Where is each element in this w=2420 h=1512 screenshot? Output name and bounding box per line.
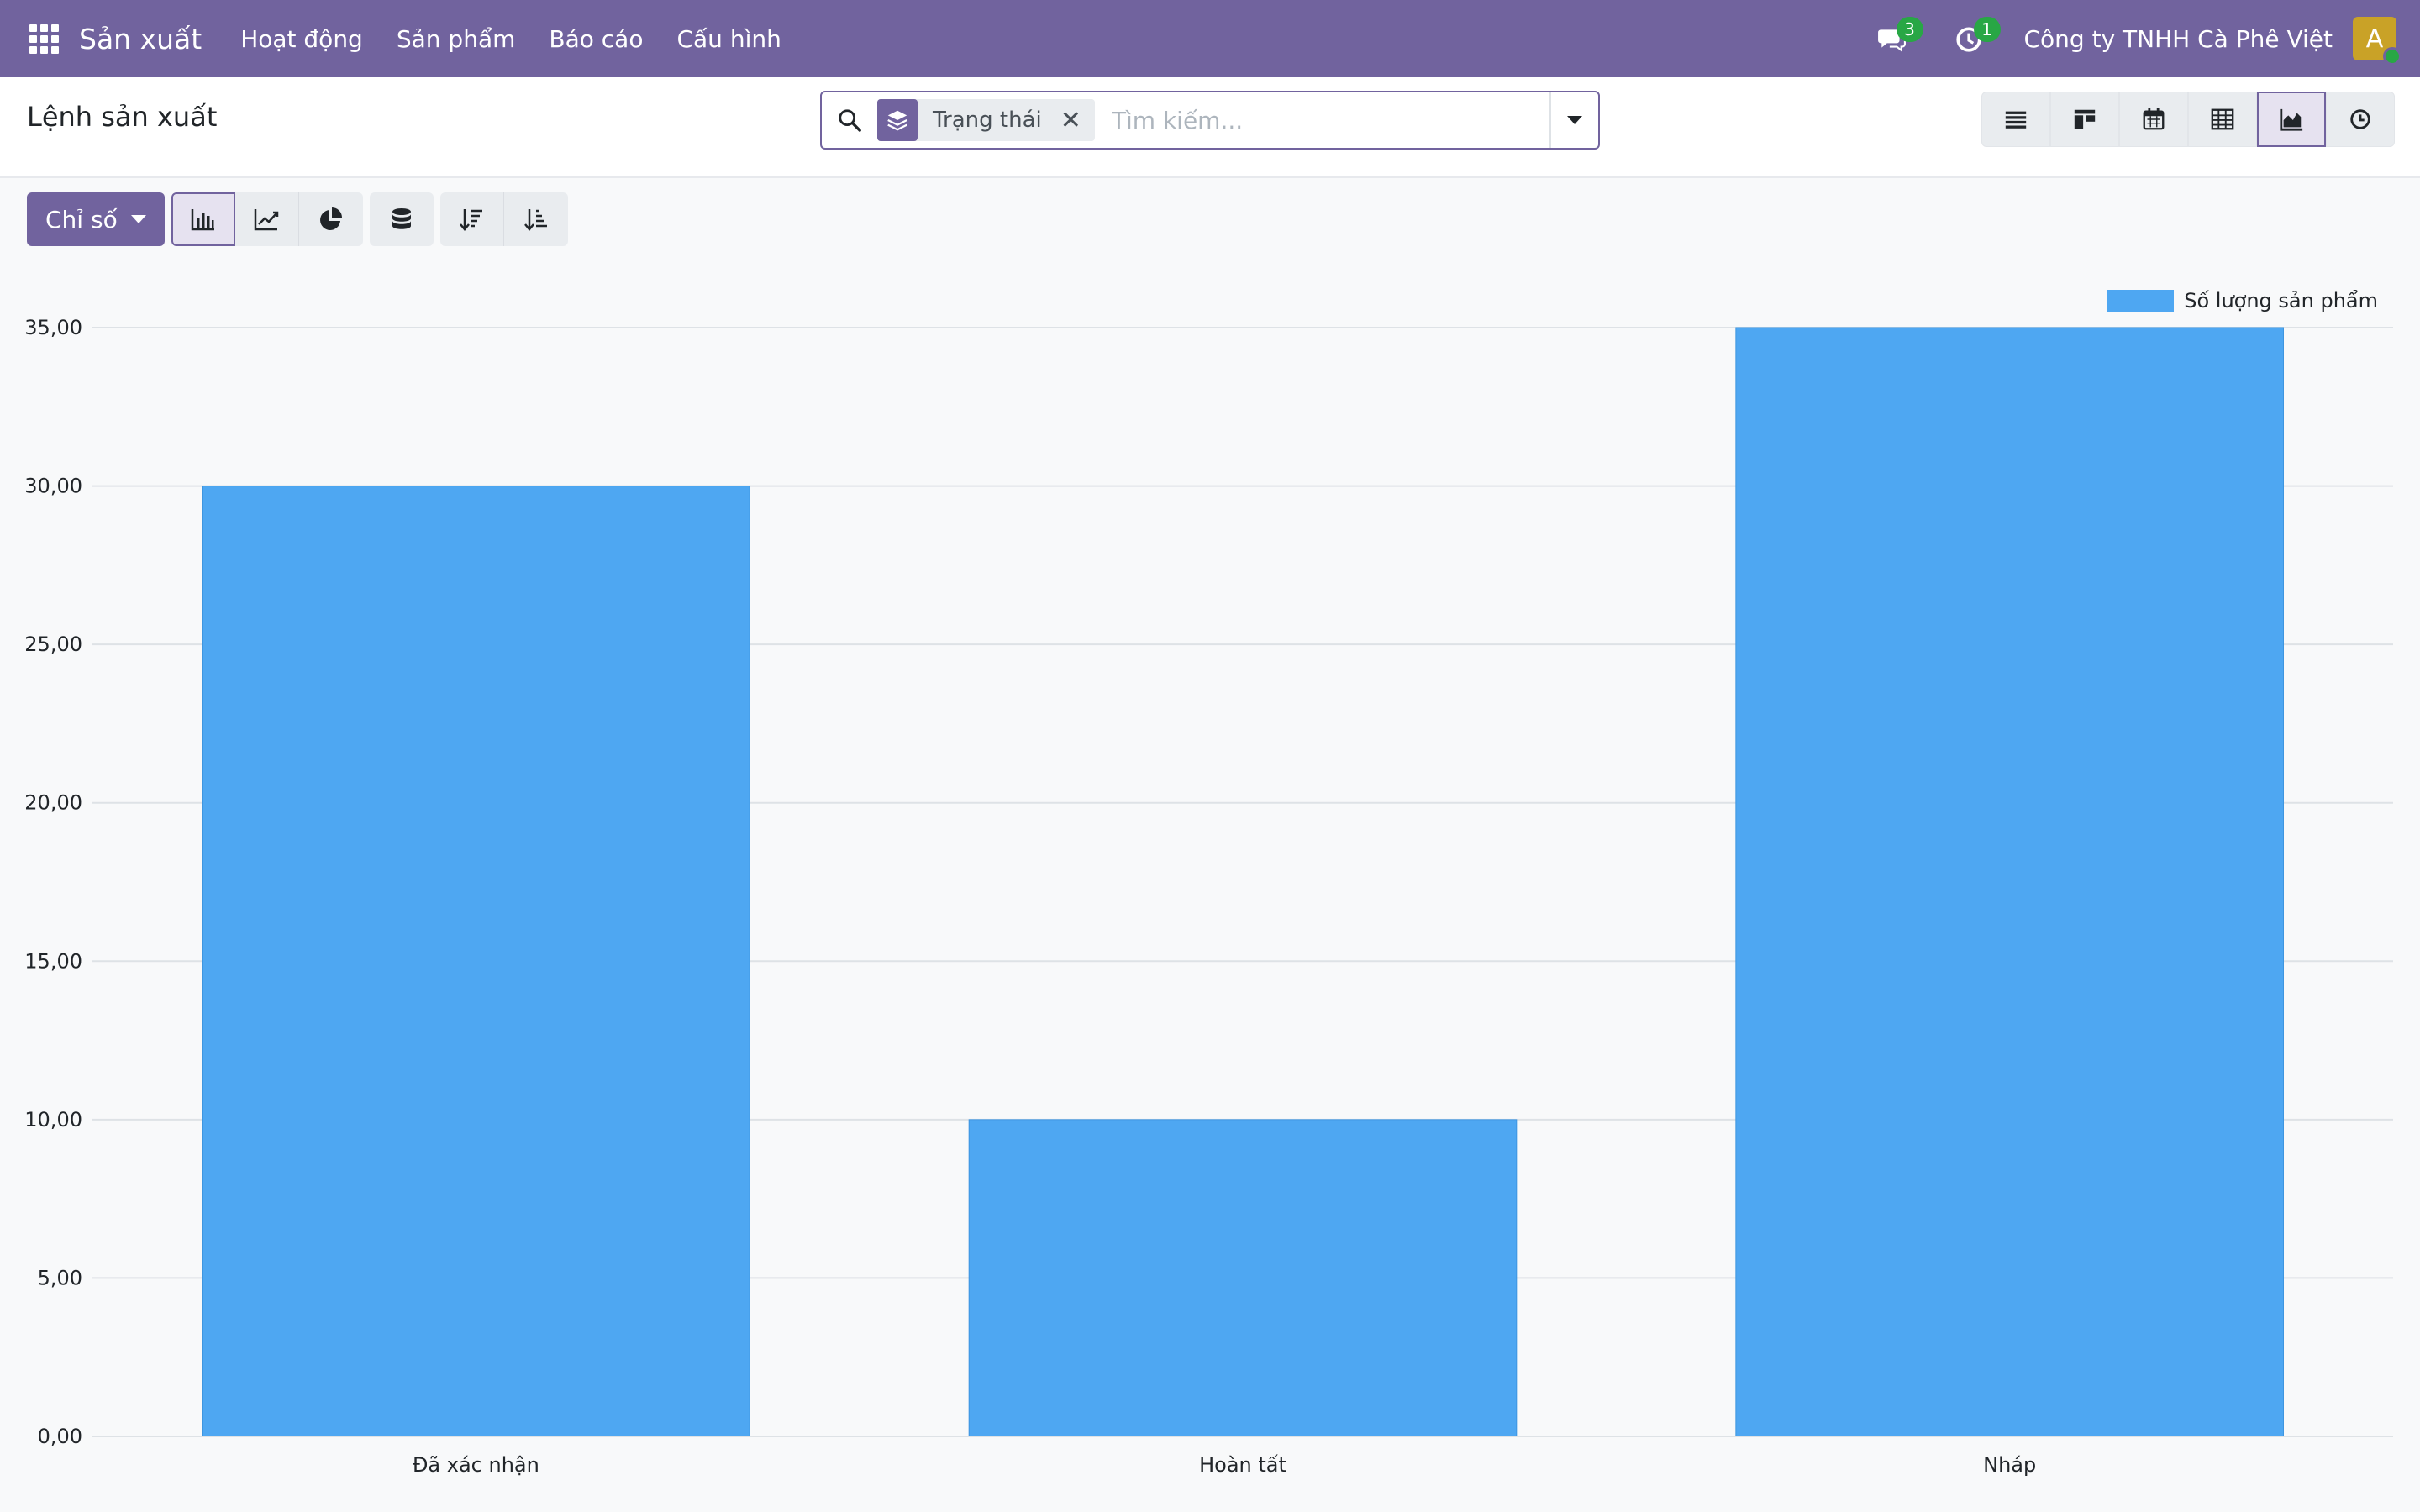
graph-icon (2280, 108, 2303, 131)
menu-item-configuration[interactable]: Cấu hình (676, 25, 781, 53)
graph-view: 0,00 5,00 10,00 15,00 20,00 25,00 30,00 35,00 Đã… (0, 269, 2420, 1512)
calendar-icon (2143, 108, 2165, 130)
pivot-icon (2211, 108, 2234, 130)
stacked-button[interactable] (369, 192, 434, 246)
search-bar: Trạng thái ✕ (820, 91, 1600, 150)
chart-legend[interactable]: Số lượng sản phẩm (2107, 289, 2378, 312)
layers-icon (877, 99, 918, 141)
menu-item-operations[interactable]: Hoạt động (240, 25, 363, 53)
sort-descending-button[interactable] (439, 192, 504, 246)
facet-remove-icon[interactable]: ✕ (1055, 106, 1095, 135)
pie-chart-button[interactable] (298, 192, 363, 246)
search-options-toggle[interactable] (1549, 92, 1598, 148)
bar[interactable] (202, 486, 750, 1437)
control-panel: Lệnh sản xuất Trạng thái ✕ (0, 77, 2420, 178)
y-tick-label: 0,00 (38, 1425, 82, 1448)
user-avatar[interactable]: A (2353, 17, 2402, 66)
y-tick-label: 10,00 (24, 1108, 82, 1131)
x-tick-label: Nháp (1983, 1453, 2036, 1477)
caret-down-icon (1567, 116, 1582, 124)
view-pivot-button[interactable] (2188, 92, 2257, 147)
bar-chart: 0,00 5,00 10,00 15,00 20,00 25,00 30,00 35,00 Đã… (24, 316, 2393, 1477)
avatar-initial: A (2365, 24, 2384, 54)
view-list-button[interactable] (1981, 92, 2050, 147)
line-chart-button[interactable] (234, 192, 299, 246)
measures-dropdown-button[interactable]: Chỉ số (27, 192, 165, 246)
y-tick-label: 15,00 (24, 949, 82, 973)
database-icon (392, 208, 411, 229)
top-navbar: Sản xuất Hoạt động Sản phẩm Báo cáo Cấu … (0, 0, 2420, 77)
bar[interactable] (968, 1119, 1518, 1437)
y-tick-label: 30,00 (24, 475, 82, 498)
kanban-icon (2074, 109, 2096, 129)
list-icon (2005, 111, 2027, 129)
search-input[interactable] (1094, 95, 1549, 145)
bar[interactable] (1735, 327, 2284, 1437)
graph-toolbar: Chỉ số (27, 192, 568, 247)
y-tick-label: 20,00 (24, 791, 82, 815)
page-title: Lệnh sản xuất (27, 101, 218, 133)
x-tick-label: Đã xác nhận (413, 1453, 539, 1477)
activities-button[interactable]: 1 (1944, 13, 2001, 64)
chart-mode-group (171, 192, 363, 246)
legend-swatch (2107, 290, 2175, 312)
y-tick-label: 35,00 (24, 316, 82, 339)
view-activity-button[interactable] (2326, 92, 2395, 147)
stack-group (369, 192, 434, 246)
facet-label: Trạng thái (933, 108, 1042, 133)
sort-descending-icon (460, 209, 483, 231)
sort-ascending-icon (523, 209, 547, 231)
y-tick-label: 5,00 (38, 1266, 82, 1289)
search-facet-status: Trạng thái ✕ (877, 99, 1095, 141)
sort-group (439, 192, 568, 246)
messages-count-badge: 3 (1896, 17, 1923, 42)
activities-count-badge: 1 (1973, 17, 2001, 42)
bar-chart-button[interactable] (171, 192, 235, 246)
messages-button[interactable]: 3 (1866, 13, 1923, 64)
bar-chart-icon (191, 209, 214, 231)
caret-down-icon (130, 215, 146, 223)
sort-ascending-button[interactable] (503, 192, 568, 246)
menu-item-products[interactable]: Sản phẩm (397, 25, 516, 53)
navbar-systray: 3 1 Công ty TNHH Cà Phê Việt A (1853, 0, 2420, 77)
legend-label: Số lượng sản phẩm (2184, 289, 2378, 312)
apps-grid-icon (29, 24, 59, 54)
view-graph-button[interactable] (2257, 92, 2326, 147)
view-kanban-button[interactable] (2050, 92, 2119, 147)
pie-chart-icon (319, 207, 342, 230)
search-icon (822, 92, 877, 148)
app-brand[interactable]: Sản xuất (79, 23, 202, 55)
company-switcher[interactable]: Công ty TNHH Cà Phê Việt (2024, 25, 2333, 53)
view-calendar-button[interactable] (2119, 92, 2188, 147)
y-tick-label: 25,00 (24, 633, 82, 656)
view-switcher (1981, 92, 2395, 147)
x-tick-label: Hoàn tất (1199, 1453, 1286, 1477)
line-chart-icon (254, 209, 279, 231)
activity-icon (2350, 109, 2370, 129)
app-menu-button[interactable] (18, 13, 69, 64)
measures-label: Chỉ số (45, 205, 118, 234)
online-status-dot (2383, 47, 2402, 66)
menu-item-reporting[interactable]: Báo cáo (549, 25, 643, 53)
